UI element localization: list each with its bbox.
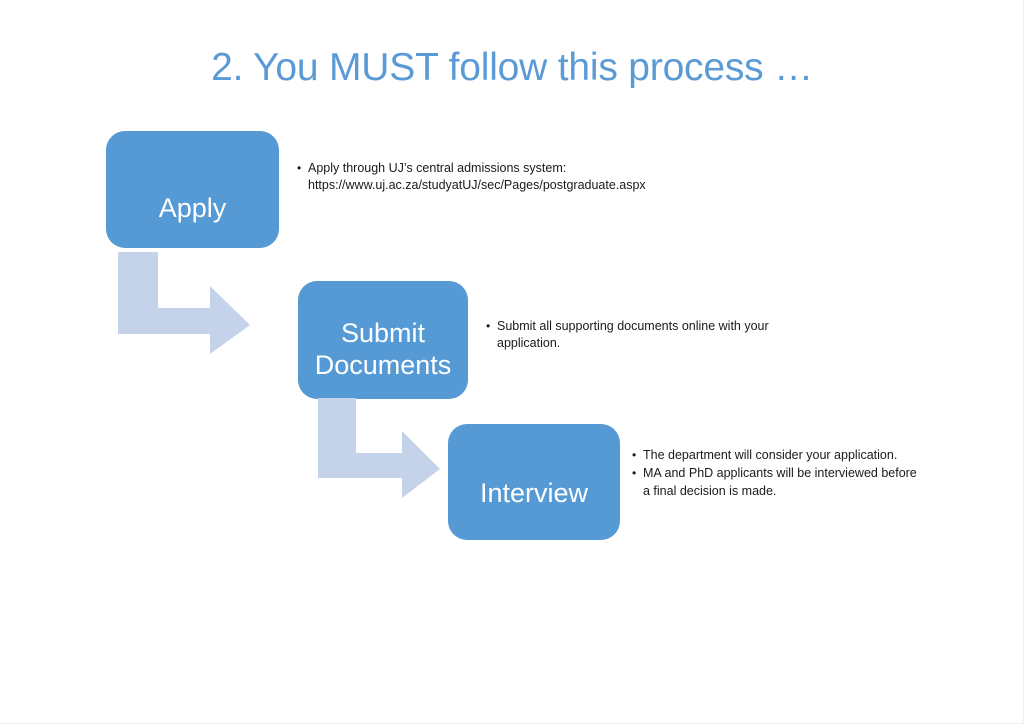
bullet-item: Apply through UJ’s central admissions sy… [297,160,646,195]
process-box-submit-documents-label: Submit Documents [309,318,458,382]
elbow-arrow-shape [118,252,250,354]
process-box-apply[interactable]: Apply [106,131,279,248]
process-box-apply-label: Apply [158,192,227,223]
bullet-item: Submit all supporting documents online w… [486,318,786,353]
bullet-block-submit-documents: Submit all supporting documents online w… [486,318,786,354]
bullet-block-interview: The department will consider your applic… [632,446,917,501]
elbow-arrow-submit-to-interview [318,398,440,498]
submit-label-line-1: Submit [340,318,426,349]
bullet-item: MA and PhD applicants will be interviewe… [632,465,917,500]
process-box-interview[interactable]: Interview [448,424,620,540]
bullet-item: The department will consider your applic… [632,446,917,464]
slide-canvas: 2. You MUST follow this process … Apply … [0,0,1024,724]
process-box-submit-documents[interactable]: Submit Documents [298,281,468,399]
elbow-arrow-shape [318,398,440,498]
bullet-block-apply: Apply through UJ’s central admissions sy… [297,160,646,196]
submit-label-line-2: Documents [314,350,452,380]
elbow-arrow-apply-to-submit [118,252,250,354]
process-box-interview-label: Interview [479,478,589,509]
page-title: 2. You MUST follow this process … [211,46,813,89]
